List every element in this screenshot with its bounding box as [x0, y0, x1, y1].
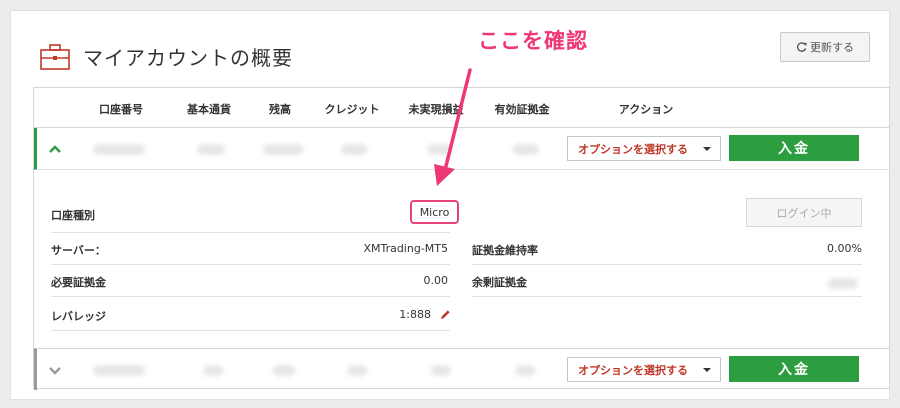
- divider: [51, 264, 450, 265]
- divider: [51, 296, 450, 297]
- unrealized-pl-redacted: [427, 144, 453, 155]
- accounts-table: 口座番号 基本通貨 残高 クレジット 未実現損益 有効証拠金 アクション オプシ…: [33, 87, 890, 390]
- divider: [51, 232, 450, 233]
- balance-redacted: [263, 144, 303, 155]
- refresh-label: 更新する: [810, 41, 854, 54]
- margin-level-label: 証拠金維持率: [472, 244, 538, 257]
- briefcase-icon: [40, 44, 70, 70]
- options-select[interactable]: オプションを選択する: [567, 136, 721, 161]
- column-credit: クレジット: [324, 103, 380, 116]
- credit-redacted: [341, 144, 367, 155]
- annotation-text: ここを確認: [478, 29, 588, 53]
- currency-redacted: [197, 144, 225, 155]
- column-balance: 残高: [269, 103, 291, 116]
- column-account-number: 口座番号: [99, 103, 143, 116]
- deposit-button[interactable]: 入金: [729, 356, 859, 382]
- free-margin-redacted: [828, 278, 858, 289]
- caret-down-icon: [703, 368, 711, 372]
- deposit-button[interactable]: 入金: [729, 135, 859, 161]
- unrealized-pl-redacted: [431, 365, 451, 376]
- refresh-button[interactable]: 更新する: [780, 32, 870, 62]
- chevron-down-icon[interactable]: [48, 363, 62, 377]
- page-title: マイアカウントの概要: [83, 46, 293, 70]
- margin-level-value: 0.00%: [827, 242, 862, 255]
- account-number-redacted: [93, 365, 145, 376]
- equity-redacted: [515, 365, 535, 376]
- free-margin-label: 余剰証拠金: [472, 276, 527, 289]
- table-header: 口座番号 基本通貨 残高 クレジット 未実現損益 有効証拠金 アクション: [34, 88, 889, 128]
- account-type-value: Micro: [410, 200, 459, 224]
- account-type-text: Micro: [419, 205, 450, 219]
- table-row: オプションを選択する 入金: [34, 128, 889, 170]
- login-status-button: ログイン中: [746, 198, 862, 227]
- account-number-redacted: [93, 144, 145, 155]
- pencil-icon[interactable]: [440, 309, 451, 320]
- server-label: サーバー：: [51, 244, 106, 257]
- column-action: アクション: [618, 103, 674, 116]
- account-overview-card: マイアカウントの概要 更新する 口座番号 基本通貨 残高 クレジット 未実現損益…: [10, 10, 890, 400]
- divider: [472, 296, 862, 297]
- options-select-label: オプションを選択する: [578, 363, 688, 377]
- leverage-label: レバレッジ: [51, 310, 106, 323]
- equity-redacted: [513, 144, 539, 155]
- column-unrealized-pl: 未実現損益: [408, 103, 464, 116]
- options-select[interactable]: オプションを選択する: [567, 357, 721, 382]
- leverage-value: 1:888: [399, 308, 431, 321]
- chevron-up-icon[interactable]: [48, 142, 62, 156]
- account-type-label: 口座種別: [51, 209, 95, 222]
- table-row: オプションを選択する 入金: [34, 348, 889, 390]
- server-value: XMTrading-MT5: [363, 242, 448, 255]
- required-margin-label: 必要証拠金: [51, 276, 106, 289]
- options-select-label: オプションを選択する: [578, 142, 688, 156]
- currency-redacted: [203, 365, 223, 376]
- required-margin-value: 0.00: [423, 274, 449, 287]
- divider: [51, 330, 450, 331]
- column-base-currency: 基本通貨: [187, 103, 231, 116]
- balance-redacted: [273, 365, 295, 376]
- column-equity: 有効証拠金: [494, 103, 550, 116]
- credit-redacted: [347, 365, 367, 376]
- refresh-icon: [796, 41, 807, 52]
- caret-down-icon: [703, 147, 711, 151]
- divider: [472, 264, 862, 265]
